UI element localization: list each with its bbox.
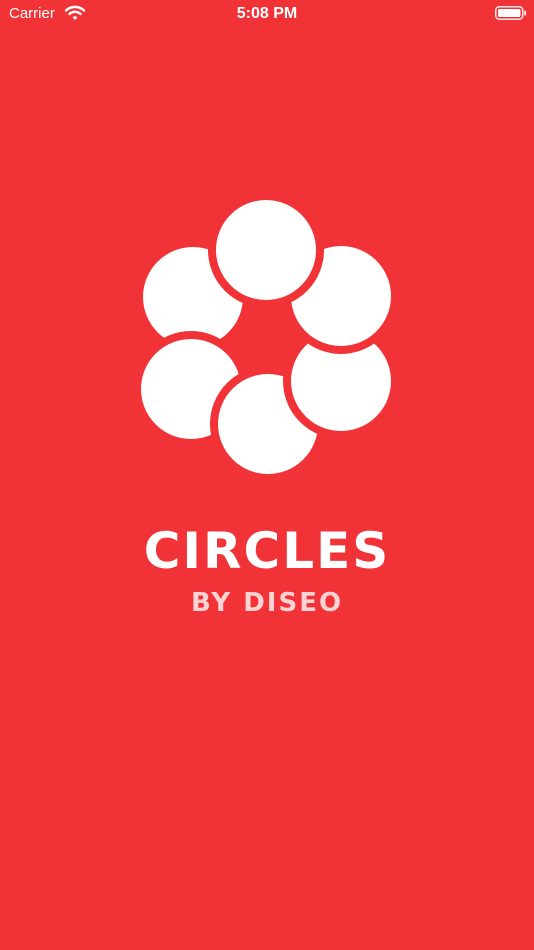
app-subtitle: BY DISEO [190,588,344,618]
status-time: 5:08 PM [236,5,298,22]
logo-circle [208,194,324,308]
battery-icon [495,6,527,20]
circles-flower-logo-icon [133,194,399,482]
status-bar: Carrier 5:08 PM [0,0,534,30]
splash-screen: Carrier 5:08 PM CIRCLES BY DISEO [0,0,534,950]
app-title: CIRCLES [143,522,391,580]
